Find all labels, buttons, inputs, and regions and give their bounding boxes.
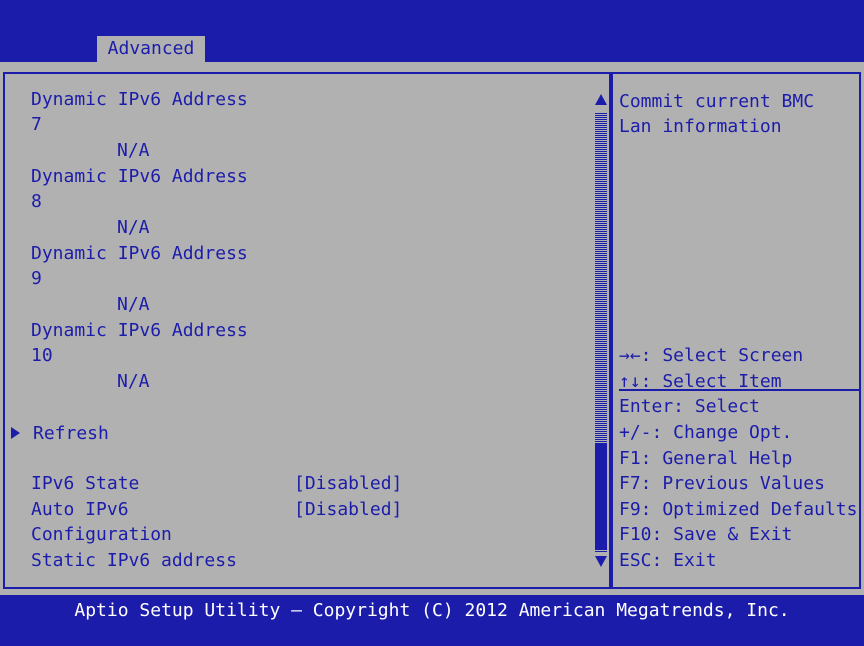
dynamic-ipv6-address-label: Dynamic IPv6 Address	[31, 166, 248, 187]
auto-ipv6-configuration-label[interactable]: Configuration	[31, 524, 172, 546]
dynamic-ipv6-address-label: Dynamic IPv6 Address	[31, 320, 248, 341]
auto-ipv6-value[interactable]: [Disabled]	[294, 499, 402, 521]
key-hint-optimized-defaults: F9: Optimized Defaults	[619, 499, 858, 520]
dynamic-ipv6-address-label: Dynamic IPv6 Address	[31, 243, 248, 264]
static-ipv6-address-label[interactable]: Static IPv6 address	[31, 550, 237, 572]
dynamic-ipv6-index: 8	[31, 191, 42, 212]
key-hint-enter: Enter: Select	[619, 396, 760, 417]
scroll-up-arrow-icon[interactable]	[595, 94, 607, 105]
scrollbar-thumb[interactable]	[595, 443, 607, 549]
scroll-down-arrow-icon[interactable]	[595, 556, 607, 567]
key-hint-select-item: ↑↓: Select Item	[619, 371, 782, 392]
dynamic-ipv6-index: 10	[31, 345, 53, 366]
copyright-text: Aptio Setup Utility – Copyright (C) 2012…	[74, 600, 790, 621]
auto-ipv6-label[interactable]: Auto IPv6	[31, 499, 129, 521]
key-hint-general-help: F1: General Help	[619, 448, 793, 469]
ipv6-state-value[interactable]: [Disabled]	[294, 473, 402, 495]
key-hint-previous-values: F7: Previous Values	[619, 473, 825, 494]
key-hint-change-opt: +/-: Change Opt.	[619, 422, 793, 443]
dynamic-ipv6-value: N/A	[117, 371, 150, 392]
key-hint-select-screen: →←: Select Screen	[619, 345, 804, 366]
submenu-arrow-icon	[11, 427, 20, 439]
dynamic-ipv6-index: 9	[31, 268, 42, 289]
help-text-line: Commit current BMC	[619, 91, 815, 112]
key-hint-save-exit: F10: Save & Exit	[619, 524, 793, 545]
dynamic-ipv6-value: N/A	[117, 294, 150, 315]
help-text-line: Lan information	[619, 116, 782, 137]
refresh-item[interactable]: Refresh	[33, 423, 109, 445]
ipv6-state-label[interactable]: IPv6 State	[31, 473, 139, 495]
dynamic-ipv6-value: N/A	[117, 217, 150, 238]
dynamic-ipv6-value: N/A	[117, 140, 150, 161]
dynamic-ipv6-index: 7	[31, 114, 42, 135]
key-hint-esc-exit: ESC: Exit	[619, 550, 717, 571]
dynamic-ipv6-address-label: Dynamic IPv6 Address	[31, 89, 248, 110]
footer-bar: Aptio Setup Utility – Copyright (C) 2012…	[0, 595, 864, 646]
menu-bar: Advanced	[0, 0, 864, 62]
tab-advanced[interactable]: Advanced	[97, 36, 205, 62]
